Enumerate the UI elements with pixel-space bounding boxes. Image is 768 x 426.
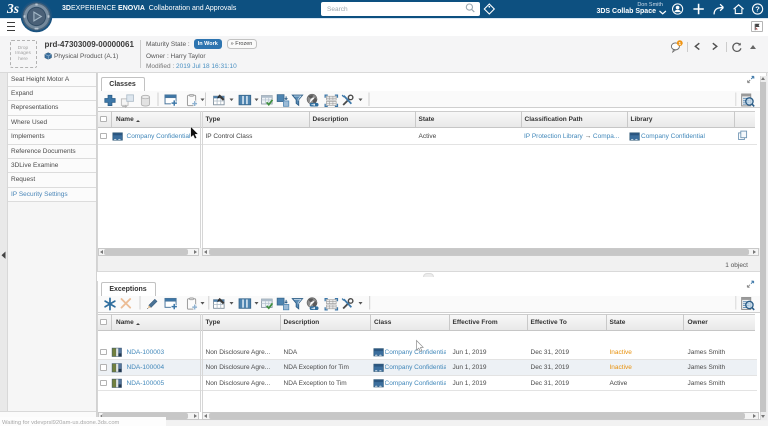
svg-text:1: 1: [679, 41, 682, 46]
svg-text:3s: 3s: [6, 1, 19, 16]
